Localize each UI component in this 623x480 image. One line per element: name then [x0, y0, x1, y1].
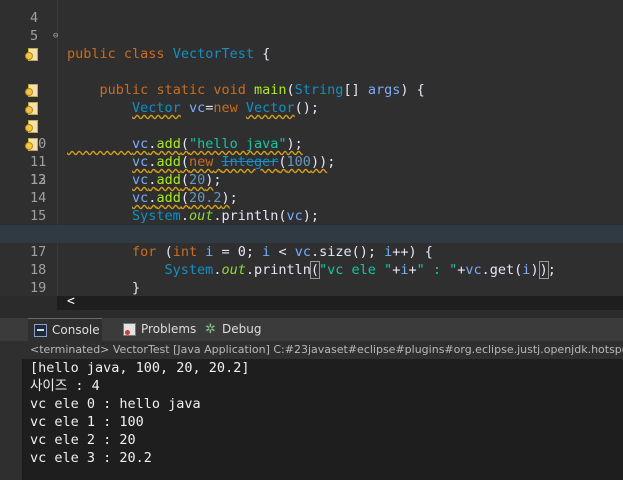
code-line[interactable]: 10 vc.add(new Integer(100)); [0, 99, 623, 170]
code-line[interactable]: 15 System.out.println("사이즈 : "+vc.size()… [0, 189, 623, 242]
tab-console[interactable]: Console [28, 318, 102, 342]
code-line[interactable]: 5 public class VectorTest { [0, 9, 623, 62]
view-tab-bar: Console Problems ✲ Debug [0, 318, 623, 342]
code-line[interactable]: 13 [0, 153, 623, 188]
panel-separator[interactable] [0, 310, 623, 318]
code-line-current[interactable]: 17 System.out.println("vc ele "+i+" : "+… [0, 225, 623, 279]
code-line[interactable]: 9 vc.add("hello java"); [0, 81, 623, 152]
code-line[interactable]: 7 Vector vc=new Vector(); [0, 45, 623, 116]
console-view: Console Problems ✲ Debug <terminated> Vec… [0, 318, 623, 480]
output-line: vc ele 3 : 20.2 [30, 450, 152, 466]
code-line[interactable]: 18 } [0, 243, 623, 296]
code-line[interactable]: 11 vc.add(20); [0, 117, 623, 188]
warning-icon[interactable] [25, 83, 38, 97]
scroll-left-icon[interactable]: < [67, 294, 75, 309]
tab-debug[interactable]: ✲ Debug [204, 318, 274, 341]
console-icon [34, 324, 47, 337]
tab-label: Debug [222, 322, 262, 336]
warning-icon[interactable] [25, 137, 38, 151]
code-line[interactable]: 12 vc.add(20.2); [0, 135, 623, 206]
code-line[interactable]: 20 } [0, 279, 623, 296]
fold-collapse-icon[interactable]: ⊖ [53, 27, 58, 45]
code-line[interactable]: 6 ⊖ public static void main(String[] arg… [0, 27, 623, 98]
tab-label: Console [52, 323, 100, 337]
launch-status: <terminated> VectorTest [Java Applicatio… [30, 343, 623, 356]
code-editor[interactable]: 4 5 public class VectorTest { 6 ⊖ public… [0, 0, 623, 296]
output-line: vc ele 0 : hello java [30, 396, 201, 412]
output-line: vc ele 2 : 20 [30, 432, 136, 448]
code-line[interactable]: 16 for (int i = 0; i < vc.size(); i++) { [0, 207, 623, 260]
tab-problems[interactable]: Problems [123, 318, 201, 341]
console-output[interactable]: [hello java, 100, 20, 20.2] 사이즈 : 4 vc e… [0, 359, 623, 480]
horizontal-scrollbar[interactable]: < [57, 294, 623, 310]
warning-icon[interactable] [25, 101, 38, 115]
output-line: vc ele 1 : 100 [30, 414, 144, 430]
debug-icon: ✲ [205, 322, 216, 337]
code-line[interactable]: 19 } [0, 261, 623, 296]
output-line: 사이즈 : 4 [30, 378, 100, 394]
problems-icon [123, 323, 136, 336]
warning-icon[interactable] [25, 119, 38, 133]
code-line[interactable]: 8 [0, 63, 623, 98]
output-line: [hello java, 100, 20, 20.2] [30, 360, 250, 376]
tab-label: Problems [141, 322, 197, 336]
code-line[interactable]: 4 [0, 0, 623, 26]
console-left-margin [0, 359, 22, 480]
warning-icon[interactable] [25, 47, 38, 61]
code-line[interactable]: 14 System.out.println(vc); [0, 171, 623, 224]
